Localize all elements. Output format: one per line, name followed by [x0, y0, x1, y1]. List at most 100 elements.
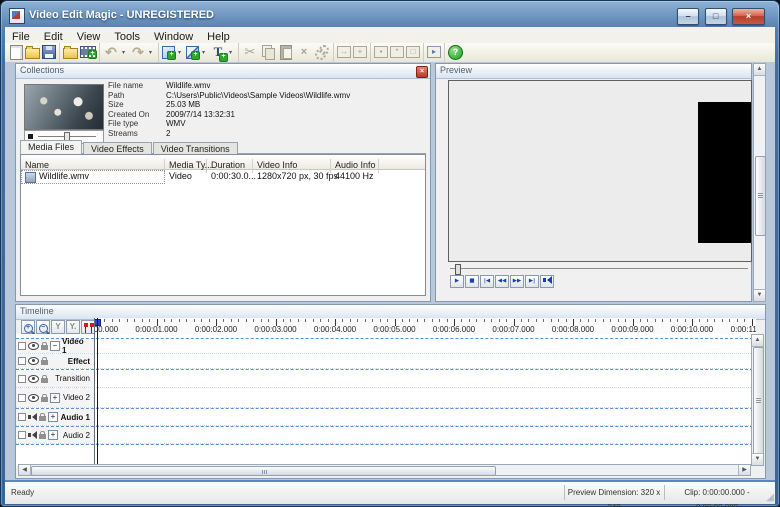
track-enable-checkbox[interactable]	[18, 357, 26, 365]
add-video-effect-button[interactable]: +▾	[161, 43, 185, 63]
lock-icon[interactable]	[41, 345, 48, 350]
properties-button[interactable]	[313, 43, 331, 63]
scroll-up-icon[interactable]: ▲	[754, 64, 765, 76]
speaker-icon	[543, 276, 552, 284]
expand-toggle[interactable]: +	[48, 412, 58, 422]
fast-forward-button[interactable]: ▶▶	[510, 275, 524, 288]
preview-seek-slider[interactable]	[450, 268, 748, 269]
markers-button[interactable]	[81, 320, 95, 334]
zoom-out-button[interactable]: −	[36, 320, 50, 334]
undo-button[interactable]: ↶▾	[102, 43, 129, 63]
minimize-button[interactable]: –	[677, 8, 699, 25]
track-lane[interactable]	[94, 427, 753, 443]
open-project-button[interactable]	[24, 43, 41, 63]
copy-button[interactable]	[259, 43, 277, 63]
track-lane[interactable]	[94, 388, 753, 407]
add-text-title-button[interactable]: T+▾	[209, 43, 236, 63]
cut-button[interactable]: ✂	[241, 43, 259, 63]
table-row[interactable]: Wildlife.wmvVideo0:00:30.0...1280x720 px…	[21, 170, 425, 184]
redo-dropdown-icon[interactable]: ▾	[146, 44, 155, 62]
scroll-up-icon[interactable]: ▲	[752, 335, 763, 347]
new-collection-folder-button[interactable]	[62, 43, 79, 63]
lock-icon[interactable]	[39, 416, 46, 421]
add-video-effect-dropdown-icon[interactable]: ▾	[175, 44, 184, 62]
rewind-to-start-button[interactable]: |◀	[480, 275, 494, 288]
preview-seek-thumb[interactable]	[455, 264, 461, 275]
speaker-icon[interactable]	[28, 413, 37, 421]
make-movie-icon: ▸	[427, 46, 441, 58]
scroll-down-icon[interactable]: ▼	[752, 453, 763, 465]
expand-toggle[interactable]: +	[50, 393, 60, 403]
add-to-timeline-button[interactable]: →	[336, 43, 352, 63]
timeline-ruler[interactable]: 0:00:00.0000:00:01.0000:00:02.0000:00:03…	[94, 318, 756, 335]
undo-dropdown-icon[interactable]: ▾	[119, 44, 128, 62]
add-media-files-icon: +	[80, 46, 96, 58]
collections-header[interactable]: Collections ×	[16, 64, 430, 79]
workspace: Collections × File nameWildlife.wmvPathC…	[5, 62, 775, 480]
thumbnail-seek-slider[interactable]	[38, 136, 96, 137]
eye-icon[interactable]	[28, 342, 39, 350]
expand-toggle[interactable]: +	[48, 430, 58, 440]
forward-to-end-button[interactable]: ▶|	[525, 275, 539, 288]
delete-button[interactable]: ×	[295, 43, 313, 63]
new-project-button[interactable]	[9, 43, 24, 63]
scroll-down-icon[interactable]: ▼	[754, 289, 765, 301]
split-media-button[interactable]: +	[352, 43, 368, 63]
eye-icon[interactable]	[28, 375, 39, 383]
file-info-value: 25.03 MB	[166, 100, 200, 109]
maximize-button[interactable]: □	[705, 8, 727, 25]
scroll-right-icon[interactable]: ▶	[738, 465, 750, 475]
zoom-selection-button[interactable]: Y.	[66, 320, 80, 334]
redo-button[interactable]: ↷▾	[129, 43, 156, 63]
track-lane[interactable]	[94, 370, 753, 387]
track-enable-checkbox[interactable]	[18, 342, 26, 350]
capture-frame-button[interactable]: *	[389, 43, 405, 63]
playhead-line[interactable]	[97, 318, 98, 466]
add-video-transition-button[interactable]: +▾	[185, 43, 209, 63]
scroll-left-icon[interactable]: ◀	[19, 465, 31, 475]
add-video-transition-dropdown-icon[interactable]: ▾	[199, 44, 208, 62]
add-media-files-button[interactable]: +	[79, 43, 97, 63]
close-button[interactable]: ×	[732, 8, 765, 25]
media-table: NameMedia Ty...DurationVideo InfoAudio I…	[20, 154, 426, 296]
paste-icon	[278, 44, 294, 60]
lock-icon[interactable]	[39, 434, 46, 439]
stop-button[interactable]: ■	[465, 275, 479, 288]
scrollbar-thumb[interactable]	[755, 156, 766, 236]
save-project-button[interactable]	[41, 43, 57, 63]
track-enable-checkbox[interactable]	[18, 394, 26, 402]
track-enable-checkbox[interactable]	[18, 431, 26, 439]
timeline-hscrollbar[interactable]: ◀ ▶	[18, 464, 751, 476]
paste-button[interactable]	[277, 43, 295, 63]
zoom-in-button[interactable]: +	[21, 320, 35, 334]
eye-icon[interactable]	[28, 394, 39, 402]
lock-icon[interactable]	[41, 378, 48, 383]
full-screen-button[interactable]: □	[405, 43, 421, 63]
timeline-vscrollbar[interactable]: ▲ ▼	[751, 334, 764, 466]
rewind-button[interactable]: ◀◀	[495, 275, 509, 288]
preview-header[interactable]: Preview	[436, 64, 751, 79]
preview-window-button[interactable]: ▪	[373, 43, 389, 63]
zoom-to-fit-button[interactable]: Y	[51, 320, 65, 334]
track-lane[interactable]	[94, 339, 753, 353]
expand-toggle[interactable]: −	[50, 341, 60, 351]
workspace-scrollbar[interactable]: ▲ ▼	[753, 63, 766, 302]
title-bar[interactable]: Video Edit Magic - UNREGISTERED – □ ×	[7, 4, 773, 27]
lock-icon[interactable]	[41, 360, 48, 365]
make-movie-button[interactable]: ▸	[426, 43, 442, 63]
speaker-icon[interactable]	[28, 431, 37, 439]
eye-icon[interactable]	[28, 357, 39, 365]
scrollbar-thumb[interactable]	[31, 466, 496, 476]
resize-grip[interactable]: ◢	[766, 493, 774, 503]
volume-button[interactable]	[540, 275, 554, 288]
add-text-title-icon: T+	[210, 44, 226, 60]
track-enable-checkbox[interactable]	[18, 375, 26, 383]
play-button[interactable]: ▶	[450, 275, 464, 288]
lock-icon[interactable]	[41, 397, 48, 402]
scrollbar-thumb[interactable]	[753, 347, 764, 455]
collections-close-button[interactable]: ×	[416, 66, 428, 78]
help-button[interactable]: ?	[447, 43, 464, 63]
track-lane[interactable]	[94, 409, 753, 425]
track-enable-checkbox[interactable]	[18, 413, 26, 421]
track-lane[interactable]	[94, 354, 753, 368]
